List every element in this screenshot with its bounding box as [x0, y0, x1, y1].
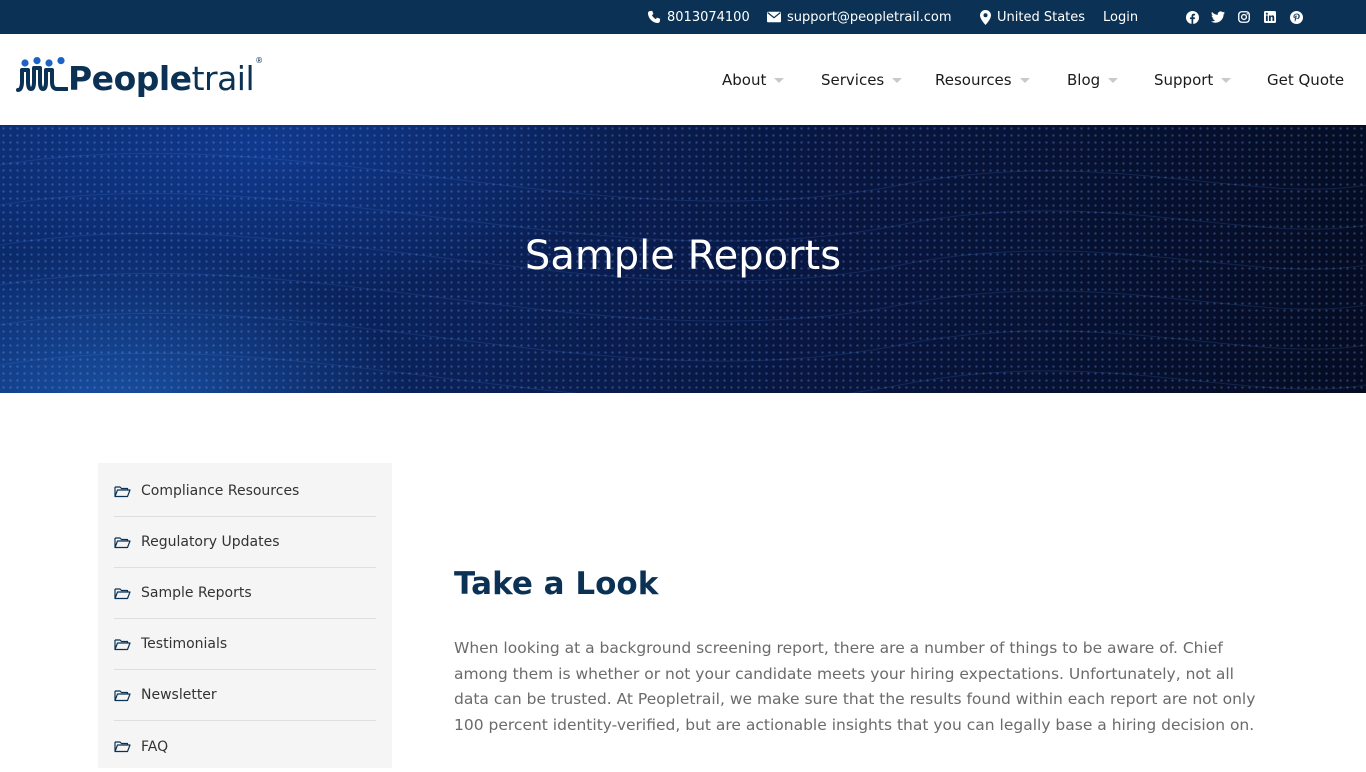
- nav-about[interactable]: About: [722, 34, 785, 125]
- sidebar-item-label: Regulatory Updates: [141, 534, 280, 550]
- email-address: support@peopletrail.com: [787, 9, 952, 25]
- folder-open-icon: [114, 587, 131, 599]
- chevron-down-icon: [1221, 78, 1232, 83]
- logo-text-bold: People: [68, 58, 192, 98]
- envelope-icon: [767, 11, 781, 23]
- nav-about-label: About: [722, 70, 767, 89]
- nav-support[interactable]: Support: [1154, 34, 1232, 125]
- map-marker-icon: [980, 9, 991, 25]
- folder-open-icon: [114, 741, 131, 753]
- logo-text-light: trail: [191, 58, 255, 98]
- top-bar: 8013074100 support@peopletrail.com Unite…: [0, 0, 1366, 34]
- phone-icon: [647, 10, 661, 24]
- sidebar-item-label: Compliance Resources: [141, 483, 300, 499]
- twitter-icon: [1211, 11, 1225, 23]
- folder-open-icon: [114, 536, 131, 548]
- sidebar-item-newsletter[interactable]: Newsletter: [114, 670, 376, 721]
- peopletrail-logo-mark-icon: [16, 57, 68, 92]
- nav-get-quote[interactable]: Get Quote: [1267, 34, 1344, 125]
- nav-support-label: Support: [1154, 70, 1214, 89]
- peopletrail-logo[interactable]: Peopletrail ®: [16, 54, 263, 102]
- sidebar-item-compliance-resources[interactable]: Compliance Resources: [114, 466, 376, 517]
- login-link[interactable]: Login: [1103, 0, 1138, 34]
- section-paragraph: When looking at a background screening r…: [454, 639, 1256, 734]
- nav-services[interactable]: Services: [821, 34, 903, 125]
- email-link[interactable]: support@peopletrail.com: [767, 0, 952, 34]
- instagram-link[interactable]: [1236, 9, 1252, 25]
- registered-mark: ®: [255, 56, 264, 65]
- nav-resources[interactable]: Resources: [935, 34, 1030, 125]
- sidebar-item-faq[interactable]: FAQ: [114, 721, 376, 772]
- instagram-icon: [1238, 11, 1250, 23]
- folder-open-icon: [114, 485, 131, 497]
- sidebar-item-label: Sample Reports: [141, 585, 252, 601]
- chevron-down-icon: [1019, 78, 1030, 83]
- pinterest-link[interactable]: [1288, 9, 1304, 25]
- sidebar-item-label: FAQ: [141, 738, 169, 755]
- nav-services-label: Services: [821, 70, 885, 89]
- login-label: Login: [1103, 9, 1139, 25]
- nav-get-quote-label: Get Quote: [1267, 70, 1345, 89]
- linkedin-link[interactable]: [1262, 9, 1278, 25]
- nav-blog-label: Blog: [1067, 70, 1101, 89]
- chevron-down-icon: [774, 78, 785, 83]
- twitter-link[interactable]: [1210, 9, 1226, 25]
- nav-resources-label: Resources: [935, 70, 1012, 89]
- page-title: Sample Reports: [524, 233, 842, 279]
- phone-number: 8013074100: [667, 9, 750, 25]
- phone-link[interactable]: 8013074100: [647, 0, 750, 34]
- sidebar-item-label: Newsletter: [141, 687, 217, 703]
- sidebar-item-sample-reports[interactable]: Sample Reports: [114, 568, 376, 619]
- folder-open-icon: [114, 689, 131, 701]
- sidebar-item-regulatory-updates[interactable]: Regulatory Updates: [114, 517, 376, 568]
- hero-banner: Sample Reports: [0, 125, 1366, 393]
- sidebar-item-label: Testimonials: [141, 636, 228, 652]
- resources-sidebar: Compliance Resources Regulatory Updates …: [98, 463, 392, 768]
- section-heading: Take a Look: [454, 566, 659, 602]
- site-header: Peopletrail ® About Services Resources B…: [0, 34, 1366, 125]
- linkedin-icon: [1264, 11, 1276, 23]
- sidebar-item-testimonials[interactable]: Testimonials: [114, 619, 376, 670]
- chevron-down-icon: [1108, 78, 1119, 83]
- pinterest-icon: [1289, 10, 1303, 24]
- location-selector[interactable]: United States: [980, 0, 1085, 34]
- logo-wordmark: Peopletrail: [68, 58, 255, 98]
- location-label: United States: [997, 9, 1086, 25]
- nav-blog[interactable]: Blog: [1067, 34, 1119, 125]
- facebook-link[interactable]: [1184, 9, 1200, 25]
- folder-open-icon: [114, 638, 131, 650]
- chevron-down-icon: [892, 78, 903, 83]
- facebook-icon: [1185, 10, 1199, 24]
